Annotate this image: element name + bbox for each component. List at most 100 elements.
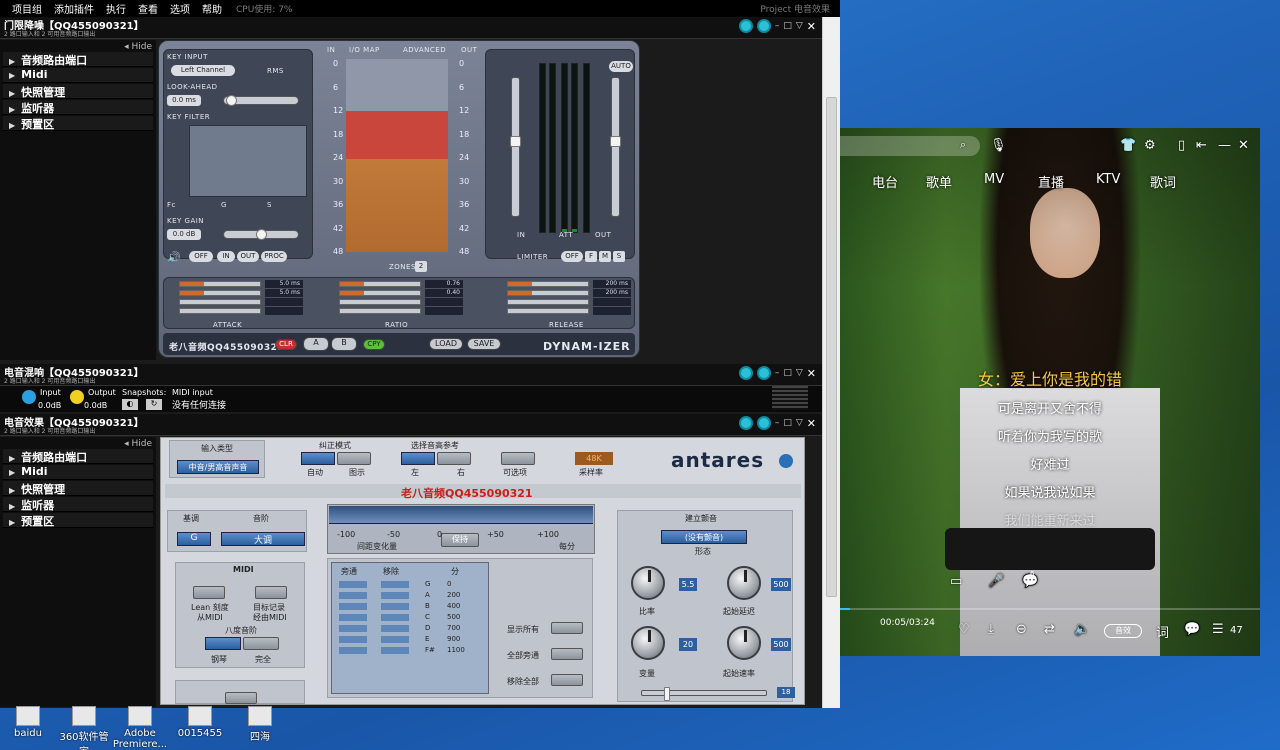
slider-knob[interactable] [610, 136, 621, 147]
snapshot-refresh-icon[interactable]: ↻ [146, 399, 162, 410]
load-button[interactable]: LOAD [429, 338, 463, 350]
desktop-icon-baidu[interactable]: baidu [0, 706, 56, 739]
minimize-icon[interactable]: — [1218, 138, 1231, 153]
ratio-value[interactable]: 0.40 [425, 289, 463, 297]
limiter-off-button[interactable]: OFF [561, 251, 583, 262]
key-gain-value[interactable]: 0.0 dB [167, 229, 201, 240]
maximize-icon[interactable]: □ [783, 418, 792, 428]
options-button[interactable] [501, 452, 535, 465]
auto-button[interactable]: AUTO [609, 61, 633, 72]
variation-knob[interactable] [631, 626, 665, 660]
key-proc-button[interactable]: PROC [261, 251, 287, 262]
desktop-icon-360[interactable]: 360软件管家 [56, 706, 112, 750]
collapse-icon[interactable]: ▽ [796, 21, 803, 31]
a-button[interactable]: A [303, 337, 329, 351]
release-slider[interactable] [507, 290, 589, 296]
attack-slider[interactable] [179, 308, 261, 314]
copy-icon[interactable]: ▭ [950, 574, 962, 589]
octave-full-button[interactable] [243, 637, 279, 650]
desktop-icon-mp3-2[interactable]: 四海 [232, 706, 288, 743]
sidebar-item-presets[interactable]: 预置区 [3, 513, 153, 528]
release-value[interactable] [593, 298, 631, 306]
download-icon[interactable]: ⤓ [988, 622, 994, 637]
close-icon[interactable]: ✕ [807, 417, 816, 430]
bypass-toggle[interactable] [339, 592, 367, 599]
collapse-icon[interactable]: ▽ [796, 418, 803, 428]
bypass-toggle[interactable] [339, 647, 367, 654]
search-icon[interactable]: ⌕ [960, 138, 966, 152]
minus-icon[interactable]: ⊖ [1016, 622, 1027, 637]
show-all-button[interactable] [551, 622, 583, 634]
heart-icon[interactable]: ♡ [958, 622, 970, 637]
menu-project-group[interactable]: 项目组 [12, 1, 42, 16]
onset-rate-knob[interactable] [727, 626, 761, 660]
sidebar-item-presets[interactable]: 预置区 [3, 116, 153, 131]
mic-icon[interactable]: 🎙 [990, 138, 1007, 153]
rate-value[interactable]: 5.5 [679, 578, 697, 591]
release-slider[interactable] [507, 308, 589, 314]
auto-mode-button[interactable] [301, 452, 335, 465]
ratio-value[interactable] [425, 298, 463, 306]
limiter-in-slider[interactable] [510, 77, 521, 217]
left-channel-select[interactable]: Left Channel [171, 65, 235, 76]
close-icon[interactable]: ✕ [1238, 138, 1249, 153]
remove-toggle[interactable] [381, 647, 409, 654]
tab-mv[interactable]: MV [984, 172, 1004, 187]
output-knob-icon[interactable] [70, 390, 84, 404]
volume-icon[interactable]: 🔈 [1074, 622, 1090, 637]
sidebar-item-midi[interactable]: Midi [3, 68, 153, 83]
sidebar-item-midi[interactable]: Midi [3, 465, 153, 480]
vibrato-slider-value[interactable]: 18 [777, 687, 795, 698]
zone-1[interactable] [346, 111, 448, 161]
limiter-m-button[interactable]: M [599, 251, 611, 262]
sidebar-item-monitor[interactable]: 监听器 [3, 100, 153, 115]
bypass-toggle[interactable] [339, 603, 367, 610]
ratio-slider[interactable] [339, 299, 421, 305]
gear-icon[interactable]: ⚙ [1144, 138, 1156, 153]
scrollbar-thumb[interactable] [826, 97, 837, 597]
power-icon[interactable] [756, 366, 771, 380]
minimize-icon[interactable]: – [775, 418, 780, 428]
target-notes-button[interactable] [255, 586, 287, 599]
release-value[interactable]: 200 ms [593, 280, 631, 288]
release-slider[interactable] [507, 299, 589, 305]
key-off-button[interactable]: OFF [189, 251, 213, 262]
mini-mode-icon[interactable]: ▯ [1178, 138, 1185, 153]
slider-knob[interactable] [256, 229, 267, 240]
sidebar-item-monitor[interactable]: 监听器 [3, 497, 153, 512]
look-ahead-value[interactable]: 0.0 ms [167, 95, 201, 106]
slider-knob[interactable] [510, 136, 521, 147]
ratio-value[interactable]: 0.76 [425, 280, 463, 288]
pitch-left-button[interactable] [401, 452, 435, 465]
maximize-icon[interactable]: □ [783, 21, 792, 31]
onset-rate-value[interactable]: 500 [771, 638, 791, 651]
scale-select[interactable]: 大调 [221, 532, 305, 546]
attack-value[interactable]: 5.0 ms [265, 289, 303, 297]
sidebar-item-snapshot[interactable]: 快照管理 [3, 481, 153, 496]
collapse-icon[interactable]: ▽ [796, 368, 803, 378]
key-in-button[interactable]: IN [217, 251, 235, 262]
hide-button[interactable]: ◂ Hide [124, 42, 152, 52]
progress-bar[interactable] [840, 608, 1260, 610]
vibrato-shape-select[interactable]: (没有颤音) [661, 530, 747, 544]
close-icon[interactable]: ✕ [807, 367, 816, 380]
hide-button[interactable]: ◂ Hide [124, 439, 152, 449]
chat-icon[interactable]: 💬 [1184, 622, 1200, 637]
attack-value[interactable] [265, 298, 303, 306]
onset-delay-knob[interactable] [727, 566, 761, 600]
tab-lyrics[interactable]: 歌词 [1150, 172, 1176, 191]
snapshot-prev-icon[interactable]: ◐ [122, 399, 138, 410]
maximize-icon[interactable]: □ [783, 368, 792, 378]
ratio-slider[interactable] [339, 290, 421, 296]
desktop-icon-premiere[interactable]: Adobe Premiere... [112, 706, 168, 750]
minimize-icon[interactable]: – [775, 368, 780, 378]
bypass-toggle[interactable] [339, 625, 367, 632]
remove-toggle[interactable] [381, 581, 409, 588]
onset-delay-value[interactable]: 500 [771, 578, 791, 591]
menu-options[interactable]: 选项 [170, 1, 190, 16]
loop-icon[interactable]: ⇄ [1044, 622, 1055, 637]
vibrato-slider[interactable] [641, 687, 767, 701]
key-out-button[interactable]: OUT [237, 251, 259, 262]
graph-mode-button[interactable] [337, 452, 371, 465]
zone-2[interactable] [346, 159, 448, 252]
